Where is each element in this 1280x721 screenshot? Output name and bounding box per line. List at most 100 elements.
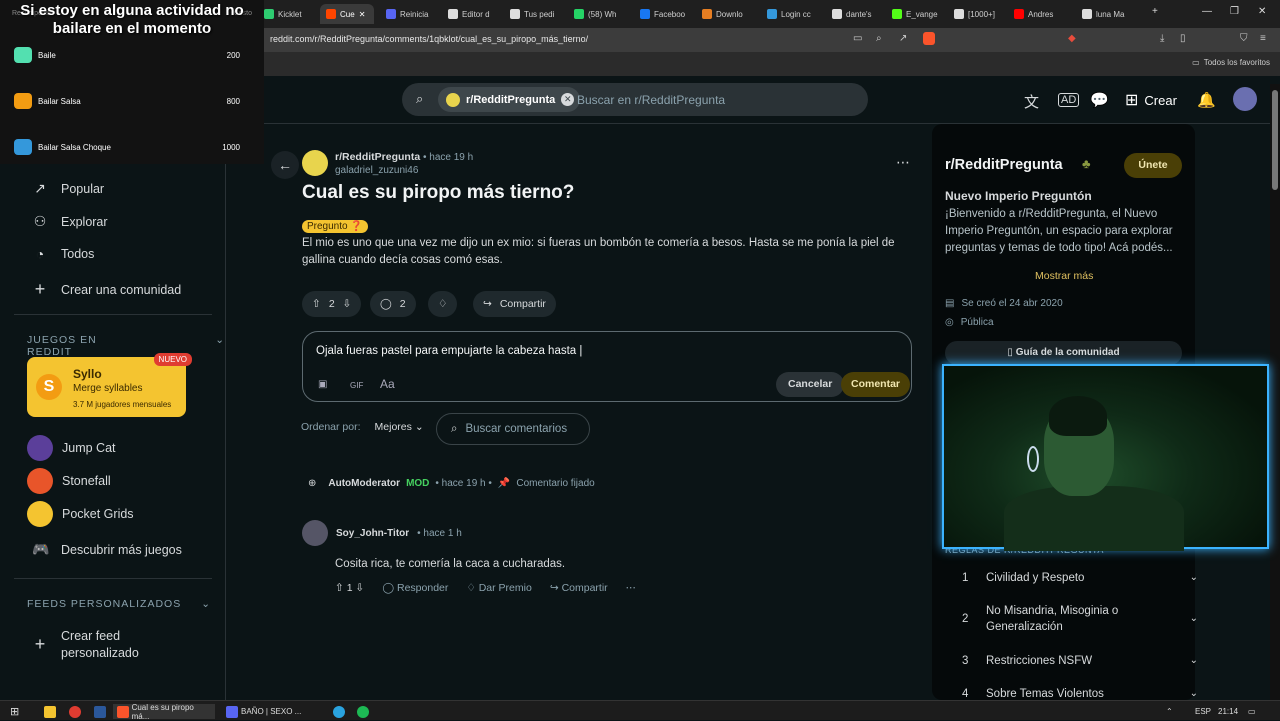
browser-tab[interactable]: Reinicia: [386, 4, 442, 24]
game-jump-cat[interactable]: Jump Cat: [27, 435, 116, 461]
taskbar-browser-window[interactable]: Cual es su piropo má...: [113, 703, 215, 721]
comment-share-button[interactable]: ↪ Compartir: [550, 582, 608, 594]
syllo-game-card[interactable]: S Syllo Merge syllables 3.7 M jugadores …: [27, 353, 192, 417]
create-post-button[interactable]: ⊞ Crear: [1125, 90, 1177, 110]
comment-submit-button[interactable]: Comentar: [841, 372, 911, 397]
browser-tab[interactable]: Tus pedi: [510, 4, 566, 24]
opera-icon[interactable]: [69, 704, 81, 719]
share-icon[interactable]: ↗: [899, 33, 907, 44]
discover-games[interactable]: 🎮 Descubrir más juegos: [32, 541, 182, 558]
post-author[interactable]: galadriel_zuzuni46: [335, 165, 418, 176]
browser-tab[interactable]: Login cc: [767, 4, 823, 24]
taskbar-discord-window[interactable]: BAÑO | SEXO ...: [222, 704, 322, 719]
gif-button[interactable]: GIF: [350, 381, 363, 390]
notification-center-icon[interactable]: ▭: [1248, 704, 1256, 719]
post-flair[interactable]: Pregunto ❓: [302, 220, 368, 233]
chat-icon[interactable]: 💬: [1090, 91, 1109, 109]
browser-tab[interactable]: Editor d: [448, 4, 504, 24]
comment-editor[interactable]: Ojala fueras pastel para empujarte la ca…: [302, 331, 912, 402]
games-section-header[interactable]: JUEGOS EN REDDIT ⌄: [27, 334, 225, 358]
image-icon[interactable]: ▣: [318, 379, 327, 390]
download-icon[interactable]: ⤓: [1160, 33, 1164, 44]
close-tab-icon[interactable]: ✕: [359, 10, 366, 19]
brave-vpn-icon[interactable]: ⛉: [1240, 33, 1248, 44]
commenter-avatar[interactable]: [302, 520, 328, 546]
feeds-section-header[interactable]: FEEDS PERSONALIZADOS ⌄: [27, 598, 211, 610]
browser-tab[interactable]: luna Ma: [1082, 4, 1138, 24]
zoom-icon[interactable]: ⌕: [876, 33, 882, 44]
ads-icon[interactable]: AD: [1058, 93, 1080, 107]
format-button[interactable]: Aa: [380, 377, 395, 391]
award-button[interactable]: ♢: [428, 291, 458, 317]
browser-tab[interactable]: Faceboo: [640, 4, 696, 24]
browser-tab[interactable]: Andres: [1014, 4, 1070, 24]
extension-icon[interactable]: ◆: [1068, 33, 1076, 44]
page-scrollbar[interactable]: [1270, 84, 1280, 700]
share-button[interactable]: ↪ Compartir: [473, 291, 556, 317]
close-window-icon[interactable]: ✕: [1258, 6, 1266, 17]
show-more-button[interactable]: Mostrar más: [1035, 270, 1093, 282]
browser-tab[interactable]: [1000+]: [954, 4, 1010, 24]
nav-create-community[interactable]: + Crear una comunidad: [32, 279, 181, 300]
scrollbar-thumb[interactable]: [1272, 90, 1278, 190]
rule-item[interactable]: 1 Civilidad y Respeto ⌄: [962, 570, 1198, 586]
upvote-icon[interactable]: ⇧: [335, 582, 344, 594]
create-feed[interactable]: + Crear feed personalizado: [32, 628, 151, 662]
browser-tab[interactable]: (58) Wh: [574, 4, 630, 24]
downvote-icon[interactable]: ⇩: [356, 582, 365, 594]
windows-start-icon[interactable]: ⊞: [10, 704, 19, 719]
sort-dropdown[interactable]: Mejores ⌄: [375, 421, 424, 433]
give-award-button[interactable]: ♢ Dar Premio: [466, 582, 531, 594]
nav-explorar[interactable]: ⚇ Explorar: [32, 213, 108, 230]
community-name[interactable]: r/RedditPregunta: [945, 157, 1063, 173]
spotify-icon[interactable]: [357, 704, 369, 719]
rule-item[interactable]: 2 No Misandria, Misoginia o Generalizació…: [962, 603, 1198, 635]
sidebar-icon[interactable]: ▯: [1180, 33, 1186, 44]
more-icon[interactable]: ⋯: [626, 582, 637, 594]
join-button[interactable]: Únete: [1124, 153, 1182, 178]
expand-icon[interactable]: ⊕: [308, 478, 316, 489]
browser-tab[interactable]: Downlo: [702, 4, 758, 24]
menu-icon[interactable]: ≡: [1260, 33, 1266, 44]
translate-icon[interactable]: 文: [1024, 91, 1039, 112]
clear-chip-icon[interactable]: ✕: [561, 93, 575, 106]
game-pocket-grids[interactable]: Pocket Grids: [27, 501, 134, 527]
downvote-icon[interactable]: ⇩: [343, 298, 352, 310]
search-input[interactable]: Buscar en r/RedditPregunta: [577, 93, 725, 107]
cast-icon[interactable]: ▭: [853, 33, 862, 44]
community-guide-button[interactable]: ▯ Guía de la comunidad: [945, 341, 1182, 365]
more-options-icon[interactable]: ⋯: [896, 154, 910, 171]
nav-popular[interactable]: ↗ Popular: [32, 180, 104, 197]
maximize-icon[interactable]: ❐: [1230, 6, 1239, 17]
favorites-folder[interactable]: ▭ Todos los favoritos: [1192, 58, 1270, 67]
browser-tab[interactable]: dante's: [832, 4, 888, 24]
language-indicator[interactable]: ESP: [1195, 704, 1211, 719]
file-explorer-icon[interactable]: [44, 704, 56, 719]
comment-input[interactable]: Ojala fueras pastel para empujarte la ca…: [316, 345, 582, 357]
comment-search[interactable]: ⌕ Buscar comentarios: [436, 413, 590, 445]
comments-button[interactable]: ◯ 2: [370, 291, 416, 317]
word-icon[interactable]: [94, 704, 106, 719]
new-tab-icon[interactable]: +: [1152, 6, 1158, 17]
upvote-icon[interactable]: ⇧: [312, 298, 321, 310]
clock[interactable]: 21:14: [1218, 704, 1238, 719]
browser-tab[interactable]: Kicklet: [264, 4, 320, 24]
subreddit-search-chip[interactable]: r/RedditPregunta ✕: [438, 87, 581, 112]
brave-shield-icon[interactable]: [923, 32, 935, 45]
browser-tab[interactable]: E_vange: [892, 4, 948, 24]
game-stonefall[interactable]: Stonefall: [27, 468, 111, 494]
comment-author[interactable]: Soy_John-Titor: [336, 528, 409, 539]
tray-chevron-icon[interactable]: ⌃: [1166, 704, 1173, 719]
search-bar[interactable]: ⌕ r/RedditPregunta ✕ Buscar en r/RedditP…: [402, 83, 868, 116]
subreddit-link[interactable]: r/RedditPregunta: [335, 151, 420, 163]
back-button[interactable]: ←: [271, 151, 299, 179]
telegram-icon[interactable]: [333, 704, 345, 719]
automod-author[interactable]: AutoModerator: [328, 478, 400, 489]
reply-button[interactable]: ◯ Responder: [382, 582, 448, 594]
rule-item[interactable]: 3 Restricciones NSFW ⌄: [962, 653, 1198, 669]
subreddit-avatar[interactable]: [302, 150, 328, 176]
url-text[interactable]: reddit.com/r/RedditPregunta/comments/1qb…: [270, 34, 588, 44]
cancel-button[interactable]: Cancelar: [776, 372, 845, 397]
nav-todos[interactable]: ◔ Todos: [32, 246, 95, 262]
notifications-icon[interactable]: 🔔: [1197, 91, 1216, 109]
